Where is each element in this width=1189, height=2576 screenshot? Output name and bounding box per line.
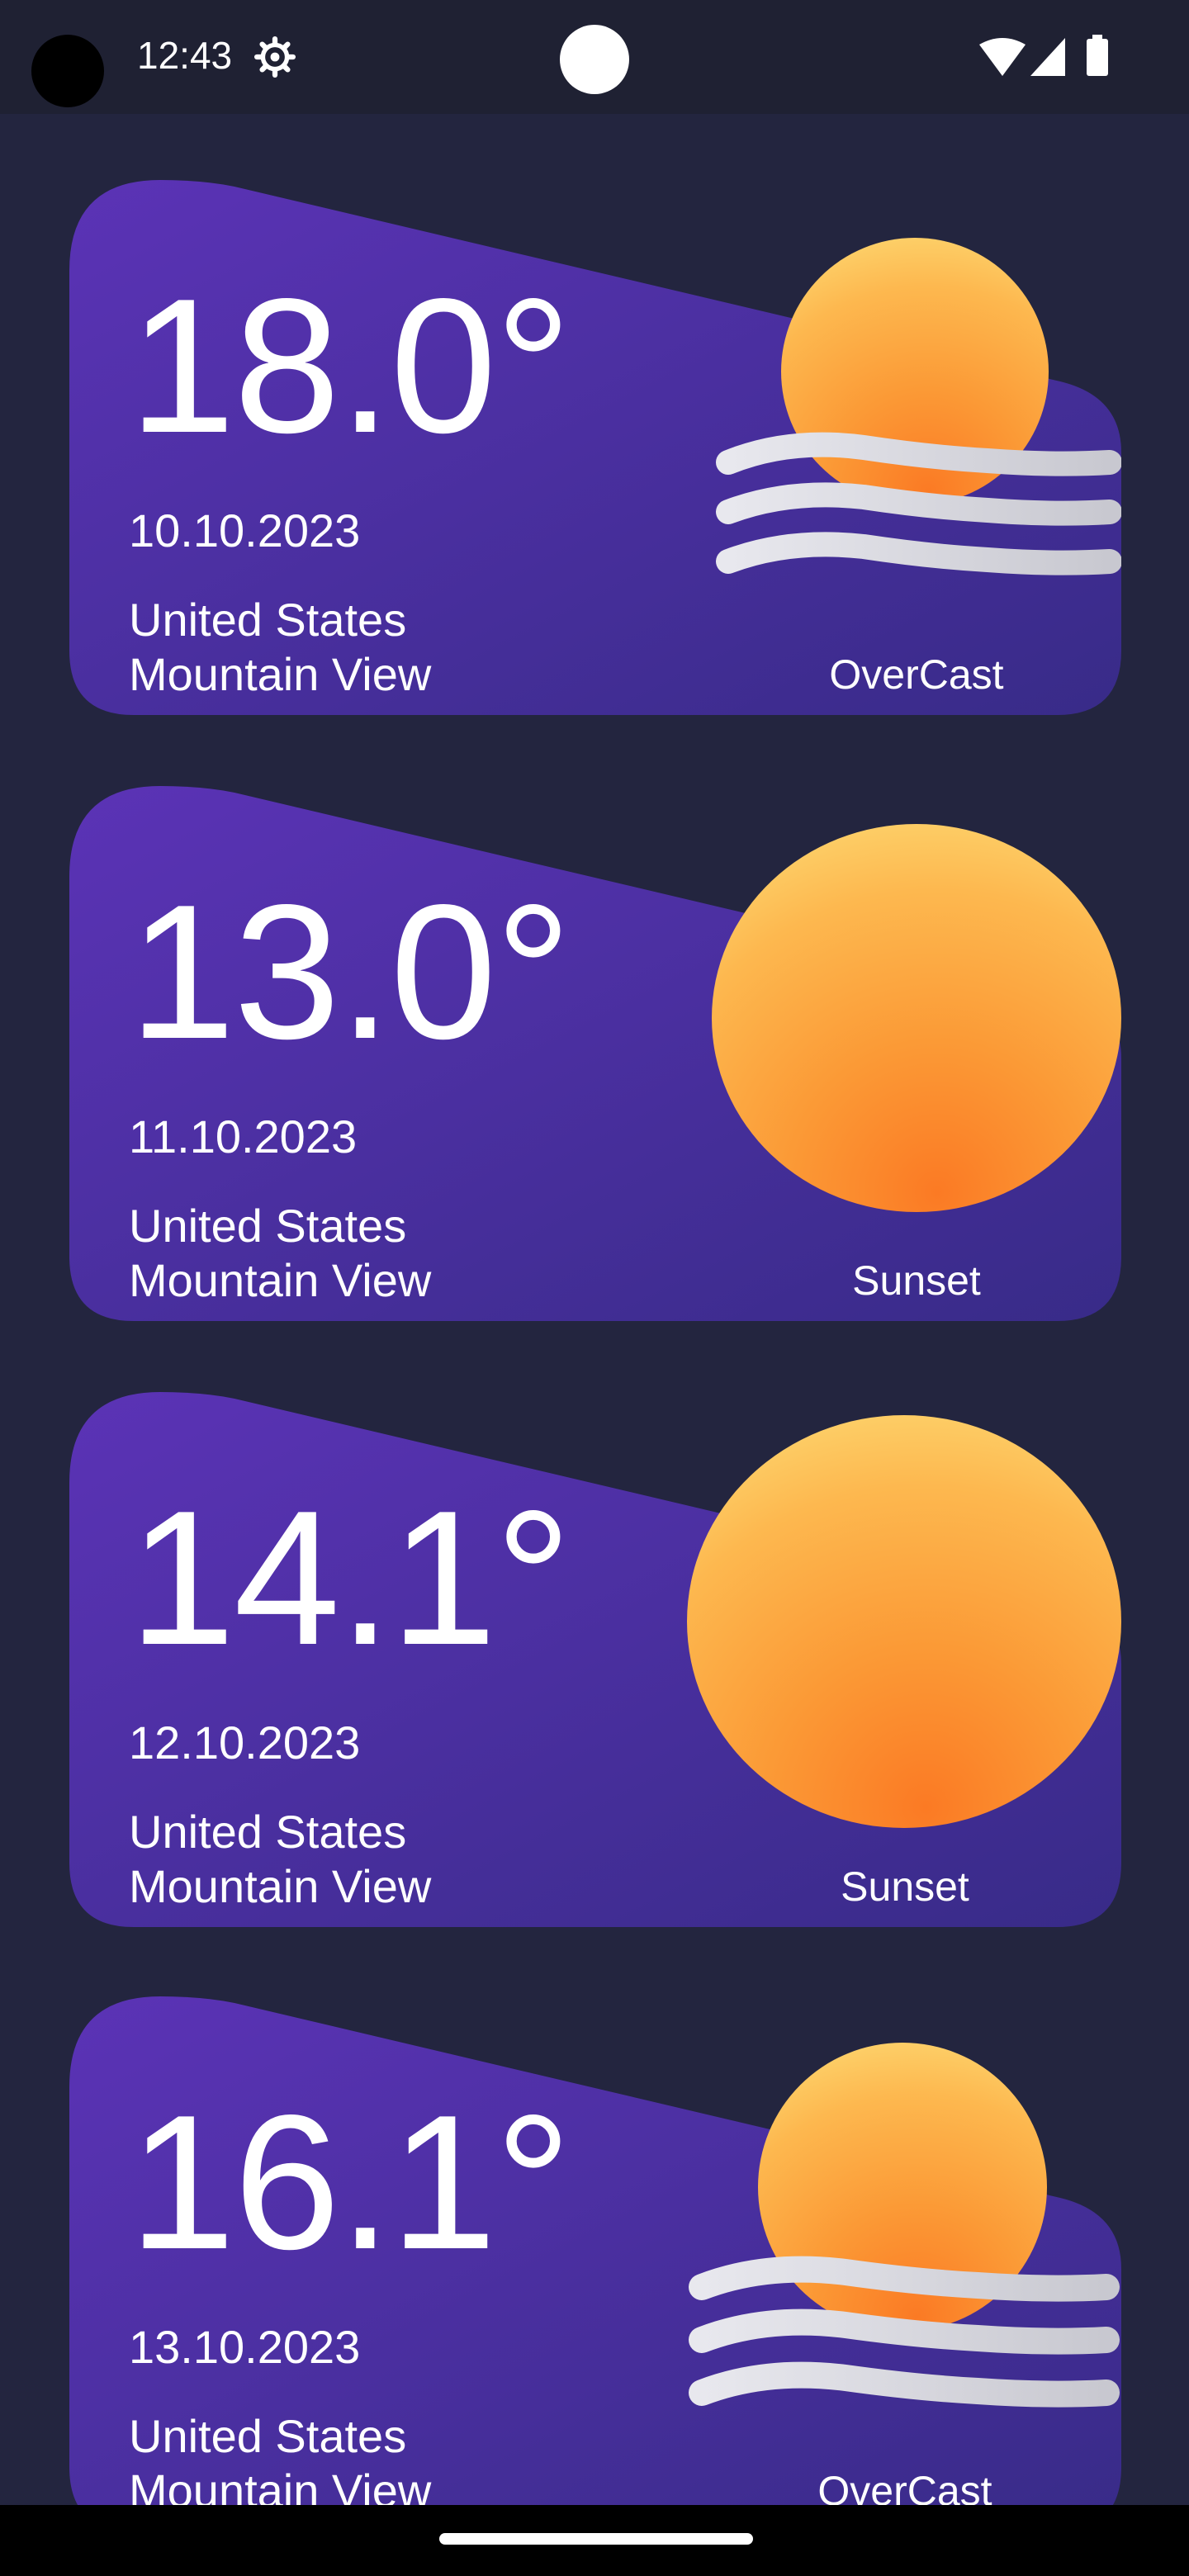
country-label: United States bbox=[129, 594, 407, 646]
sun-icon bbox=[712, 824, 1121, 1212]
forecast-card[interactable]: 13.0° 11.10.2023 United States Mountain … bbox=[69, 786, 1121, 1321]
temperature: 14.1° bbox=[129, 1471, 571, 1685]
temperature: 16.1° bbox=[129, 2076, 571, 2290]
country-label: United States bbox=[129, 1806, 407, 1858]
condition-label: OverCast bbox=[829, 651, 1004, 698]
cellular-icon bbox=[1030, 38, 1065, 76]
forecast-card[interactable]: 18.0° 10.10.2023 United States Mountain … bbox=[69, 180, 1121, 715]
forecast-date: 10.10.2023 bbox=[129, 504, 361, 556]
camera-cutout bbox=[31, 35, 104, 107]
forecast-date: 12.10.2023 bbox=[129, 1717, 361, 1769]
forecast-card[interactable]: 16.1° 13.10.2023 United States Mountain … bbox=[69, 1996, 1121, 2531]
settings-icon bbox=[254, 36, 296, 78]
cloud-waves-icon bbox=[716, 432, 1121, 575]
forecast-date: 13.10.2023 bbox=[129, 2321, 361, 2373]
sun-icon bbox=[687, 1415, 1121, 1828]
city-label: Mountain View bbox=[129, 1860, 432, 1912]
condition-label: Sunset bbox=[852, 1257, 981, 1304]
battery-icon bbox=[1087, 35, 1108, 76]
home-gesture-handle[interactable] bbox=[439, 2533, 753, 2545]
wifi-icon bbox=[979, 38, 1026, 76]
status-time: 12:43 bbox=[137, 34, 233, 77]
front-camera bbox=[560, 25, 629, 94]
city-label: Mountain View bbox=[129, 648, 432, 700]
temperature: 18.0° bbox=[129, 259, 571, 473]
country-label: United States bbox=[129, 2410, 407, 2462]
cloud-waves-icon bbox=[689, 2256, 1120, 2408]
status-bar: 12:43 bbox=[0, 0, 1189, 114]
country-label: United States bbox=[129, 1200, 407, 1252]
condition-label: Sunset bbox=[841, 1863, 969, 1910]
temperature: 13.0° bbox=[129, 865, 571, 1079]
city-label: Mountain View bbox=[129, 1254, 432, 1306]
forecast-date: 11.10.2023 bbox=[129, 1110, 358, 1163]
forecast-card[interactable]: 14.1° 12.10.2023 United States Mountain … bbox=[69, 1392, 1121, 1927]
